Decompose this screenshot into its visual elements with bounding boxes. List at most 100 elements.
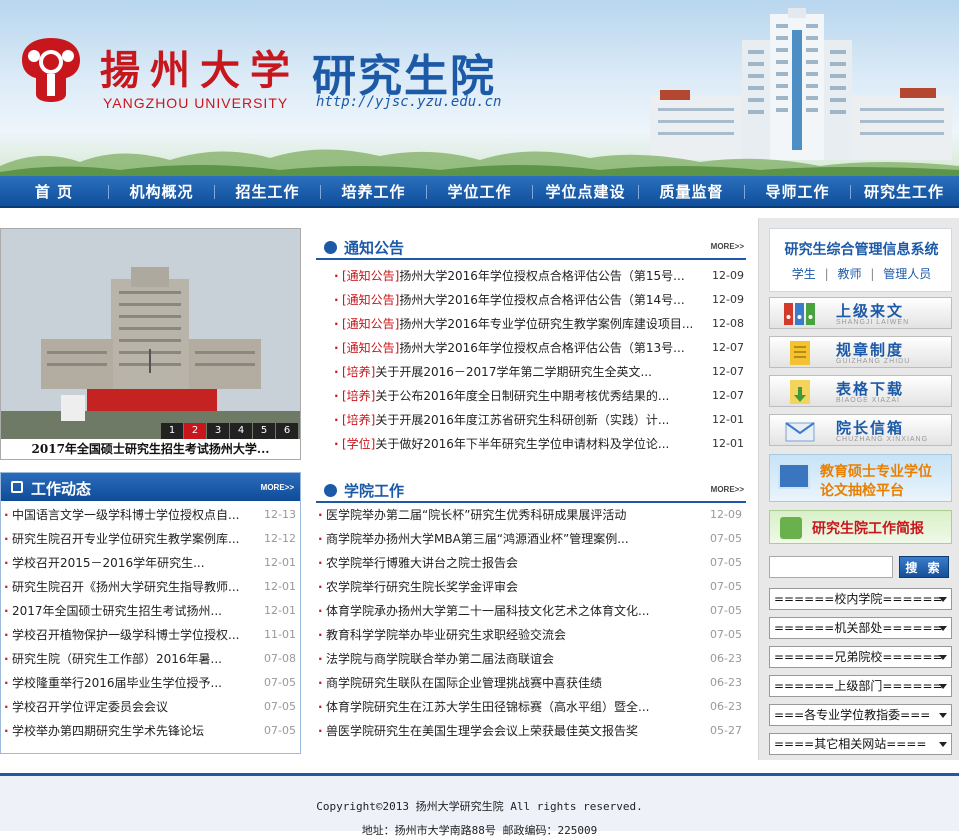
list-item[interactable]: · 农学院举行博雅大讲台之院士报告会 07-05: [316, 551, 746, 575]
list-item-title: 商学院举办扬州大学MBA第三届“鸿源酒业杯”管理案例...: [326, 532, 629, 546]
slide-dot-1[interactable]: 1: [161, 423, 183, 439]
list-item[interactable]: · [通知公告]扬州大学2016年学位授权点合格评估公告（第13号... 12-…: [316, 336, 746, 360]
college-work-title: 学院工作: [344, 482, 405, 500]
select-other-sites[interactable]: ====其它相关网站====: [769, 733, 952, 755]
list-item[interactable]: · 农学院举行研究生院长奖学金评审会 07-05: [316, 575, 746, 599]
list-item[interactable]: · [培养]关于开展2016－2017学年第二学期研究生全英文... 12-07: [316, 360, 746, 384]
list-item-date: 06-23: [710, 700, 742, 713]
slideshow-caption[interactable]: 2017年全国硕士研究生招生考试扬州大学...: [1, 439, 300, 459]
search-button[interactable]: 搜 索: [899, 556, 949, 578]
list-item[interactable]: · 商学院研究生联队在国际企业管理挑战赛中喜获佳绩 06-23: [316, 671, 746, 695]
management-system-box[interactable]: 研究生综合管理信息系统 学生 | 教师 | 管理人员: [769, 228, 952, 292]
select-admin-departments[interactable]: ======机关部处======: [769, 617, 952, 639]
quick-link-subtitle: BIAOGE XIAZAI: [836, 397, 900, 404]
list-item[interactable]: · 学校隆重举行2016届毕业生学位授予... 07-05: [0, 671, 300, 695]
bullet-icon: ·: [334, 413, 339, 427]
list-item[interactable]: · 体育学院研究生在江苏大学生田径锦标赛（高水平组）暨全... 06-23: [316, 695, 746, 719]
link-separator: |: [824, 267, 829, 281]
nav-degree-programs[interactable]: 学位点建设: [533, 176, 638, 208]
list-item-date: 12-07: [712, 389, 744, 402]
list-item[interactable]: · [通知公告]扬州大学2016年专业学位研究生教学案例库建设项目... 12-…: [316, 312, 746, 336]
select-degree-committees[interactable]: ===各专业学位教指委===: [769, 704, 952, 726]
list-item-date: 05-27: [710, 724, 742, 737]
list-item[interactable]: · 体育学院承办扬州大学第二十一届科技文化艺术之体育文化... 07-05: [316, 599, 746, 623]
list-item[interactable]: · 2017年全国硕士研究生招生考试扬州... 12-01: [0, 599, 300, 623]
select-peer-universities[interactable]: ======兄弟院校======: [769, 646, 952, 668]
slide-dot-4[interactable]: 4: [230, 423, 252, 439]
list-item[interactable]: · [通知公告]扬州大学2016年学位授权点合格评估公告（第14号... 12-…: [316, 288, 746, 312]
list-item-date: 11-01: [264, 628, 296, 641]
list-item-date: 12-01: [712, 437, 744, 450]
list-item[interactable]: · [通知公告]扬州大学2016年学位授权点合格评估公告（第15号... 12-…: [316, 264, 746, 288]
list-item[interactable]: · 教育科学学院举办毕业研究生求职经验交流会 07-05: [316, 623, 746, 647]
login-student-link[interactable]: 学生: [792, 267, 816, 281]
photo-slideshow[interactable]: 1 2 3 4 5 6 2017年全国硕士研究生招生考试扬州大学...: [0, 228, 301, 460]
list-item[interactable]: · 学校召开学位评定委员会会议 07-05: [0, 695, 300, 719]
binders-icon: [784, 303, 815, 325]
quick-link-superior-docs[interactable]: 上级来文 SHANGJI LAIWEN: [769, 297, 952, 329]
nav-home[interactable]: 首 页: [0, 176, 108, 208]
work-news-more-link[interactable]: MORE>>: [261, 483, 294, 492]
notices-more-link[interactable]: MORE>>: [711, 242, 744, 251]
college-work-more-link[interactable]: MORE>>: [711, 485, 744, 494]
nav-training[interactable]: 培养工作: [321, 176, 426, 208]
list-item[interactable]: · 学校举办第四期研究生学术先锋论坛 07-05: [0, 719, 300, 743]
quick-link-forms-download[interactable]: 表格下载 BIAOGE XIAZAI: [769, 375, 952, 407]
slideshow-photo[interactable]: [1, 229, 300, 439]
list-item[interactable]: · 研究生院（研究生工作部）2016年暑... 07-08: [0, 647, 300, 671]
quick-link-title: 规章制度: [836, 341, 905, 359]
slide-dot-6[interactable]: 6: [276, 423, 298, 439]
list-item-title: 扬州大学2016年学位授权点合格评估公告（第15号...: [399, 269, 685, 283]
list-item[interactable]: · 兽医学院研究生在美国生理学会会议上荣获最佳英文报告奖 05-27: [316, 719, 746, 743]
management-system-title[interactable]: 研究生综合管理信息系统: [770, 239, 953, 259]
bullet-icon: ·: [334, 341, 339, 355]
bullet-icon: ·: [334, 437, 339, 451]
quick-link-subtitle: GUIZHANG ZHIDU: [836, 358, 911, 365]
list-item[interactable]: · 研究生院召开《扬州大学研究生指导教师... 12-01: [0, 575, 300, 599]
footer-copyright: Copyright©2013 扬州大学研究生院 All rights reser…: [316, 800, 643, 813]
slide-dot-5[interactable]: 5: [253, 423, 275, 439]
mailbox-icon: [785, 422, 815, 442]
list-item[interactable]: · 中国语言文学一级学科博士学位授权点自... 12-13: [0, 503, 300, 527]
list-item[interactable]: · 学校召开2015－2016学年研究生... 12-01: [0, 551, 300, 575]
slide-dot-3[interactable]: 3: [207, 423, 229, 439]
work-bulletin-banner[interactable]: 研究生院工作简报: [769, 510, 952, 544]
list-item[interactable]: · 研究生院召开专业学位研究生教学案例库... 12-12: [0, 527, 300, 551]
nav-supervisors[interactable]: 导师工作: [745, 176, 850, 208]
nav-about[interactable]: 机构概况: [109, 176, 214, 208]
nav-admissions[interactable]: 招生工作: [215, 176, 320, 208]
quick-link-title: 院长信箱: [836, 419, 905, 437]
bulletin-icon: [780, 517, 802, 539]
list-item[interactable]: · 医学院举办第二届“院长杯”研究生优秀科研成果展评活动 12-09: [316, 503, 746, 527]
bullet-icon: ·: [4, 628, 9, 642]
list-item[interactable]: · 法学院与商学院联合举办第二届法商联谊会 06-23: [316, 647, 746, 671]
nav-quality[interactable]: 质量监督: [639, 176, 744, 208]
login-teacher-link[interactable]: 教师: [837, 267, 861, 281]
bullet-icon: ·: [318, 700, 323, 714]
select-superior-departments[interactable]: ======上级部门======: [769, 675, 952, 697]
list-item[interactable]: · [学位]关于做好2016年下半年研究生学位申请材料及学位论... 12-01: [316, 432, 746, 456]
bullet-icon: ·: [4, 508, 9, 522]
select-campus-colleges[interactable]: ======校内学院======: [769, 588, 952, 610]
list-item[interactable]: · 学校召开植物保护一级学科博士学位授权... 11-01: [0, 623, 300, 647]
quick-link-regulations[interactable]: 规章制度 GUIZHANG ZHIDU: [769, 336, 952, 368]
tree-line-decoration: [0, 149, 959, 176]
list-item-date: 12-07: [712, 365, 744, 378]
bullet-icon: ·: [334, 365, 339, 379]
list-item-date: 07-05: [264, 724, 296, 737]
list-item[interactable]: · [培养]关于公布2016年度全日制研究生中期考核优秀结果的... 12-07: [316, 384, 746, 408]
chevron-down-icon: [939, 626, 947, 631]
nav-student-work[interactable]: 研究生工作: [851, 176, 957, 208]
login-staff-link[interactable]: 管理人员: [883, 267, 931, 281]
nav-degree[interactable]: 学位工作: [427, 176, 532, 208]
list-item-tag: [培养]: [342, 389, 376, 403]
search-input[interactable]: [769, 556, 893, 578]
list-item-date: 12-01: [264, 556, 296, 569]
link-separator: |: [870, 267, 875, 281]
list-item-tag: [通知公告]: [342, 341, 400, 355]
thesis-check-platform-banner[interactable]: 教育硕士专业学位 论文抽检平台: [769, 454, 952, 502]
slide-dot-2[interactable]: 2: [184, 423, 206, 439]
list-item[interactable]: · [培养]关于开展2016年度江苏省研究生科研创新（实践）计... 12-01: [316, 408, 746, 432]
quick-link-dean-mailbox[interactable]: 院长信箱 CHUZHANG XINXIANG: [769, 414, 952, 446]
list-item[interactable]: · 商学院举办扬州大学MBA第三届“鸿源酒业杯”管理案例... 07-05: [316, 527, 746, 551]
